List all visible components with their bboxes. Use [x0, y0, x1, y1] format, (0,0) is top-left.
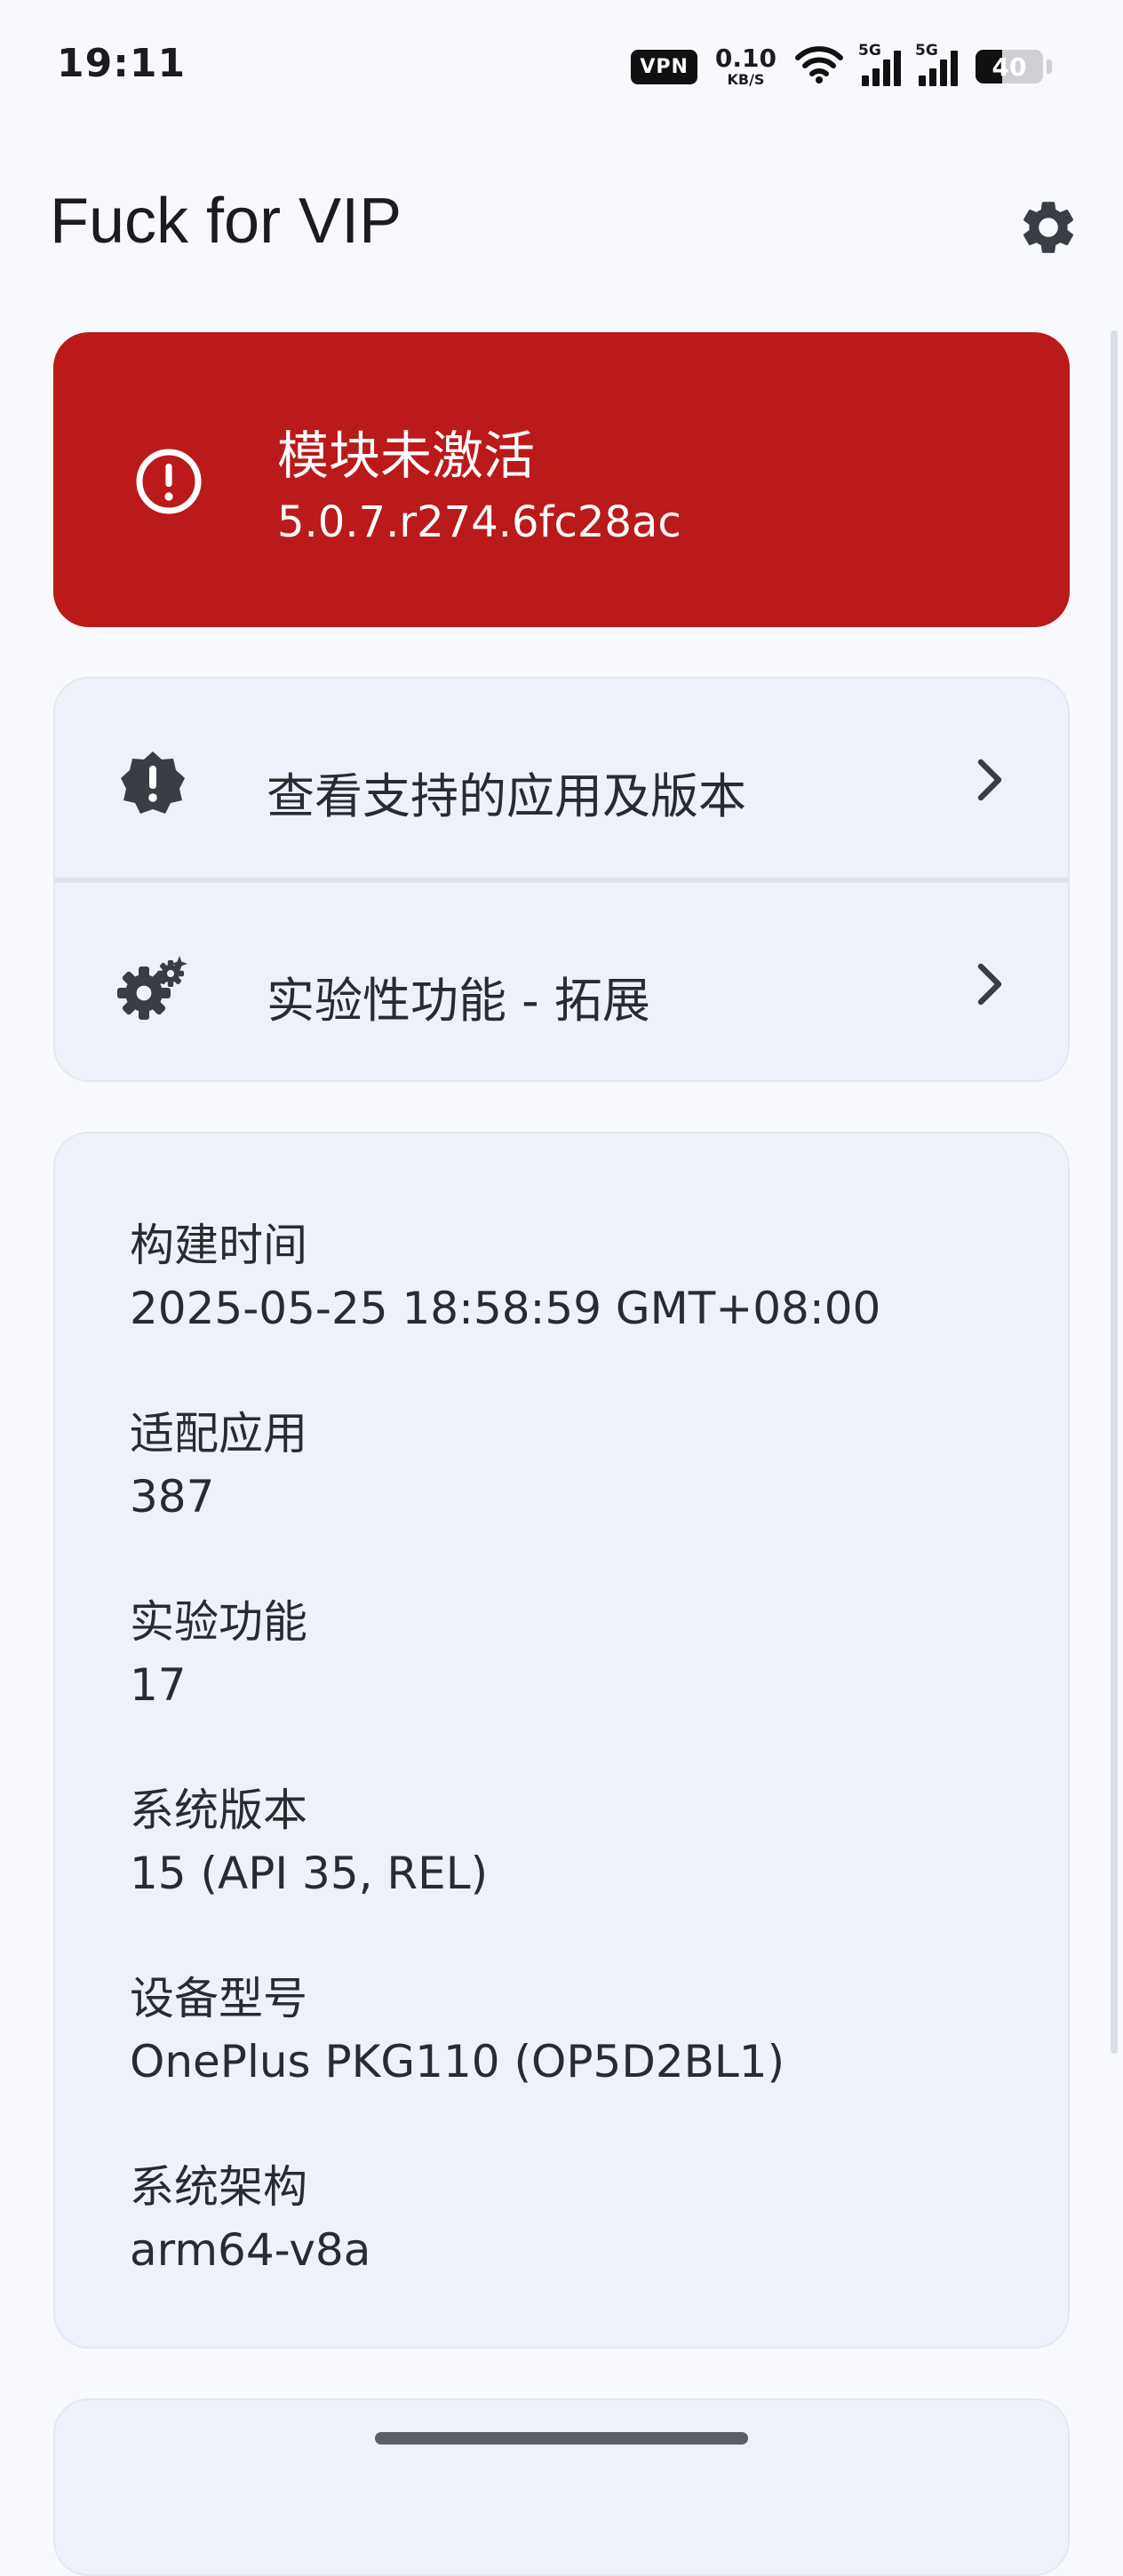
info-value: 2025-05-25 18:58:59 GMT+08:00 — [130, 1283, 881, 1334]
alert-badge-icon — [121, 751, 185, 814]
battery-tip — [1047, 60, 1052, 74]
menu-item-label: 查看支持的应用及版本 — [267, 768, 746, 824]
vpn-badge: VPN — [631, 49, 697, 84]
chevron-right-icon — [977, 963, 1002, 1006]
cellular-signal-icon-2: 5G — [915, 42, 958, 86]
info-label: 系统版本 — [130, 1785, 307, 1836]
info-card: 构建时间 2025-05-25 18:58:59 GMT+08:00 适配应用 … — [53, 1132, 1070, 2349]
module-version: 5.0.7.r274.6fc28ac — [277, 497, 681, 547]
network-speed: 0.10 KB/S — [715, 46, 777, 87]
menu-item-experimental-features[interactable]: 实验性功能 - 拓展 — [55, 883, 1068, 1080]
info-value: arm64-v8a — [130, 2224, 371, 2276]
gear-icon — [1023, 202, 1074, 253]
cellular-signal-icon-1: 5G — [858, 42, 901, 86]
menu-item-supported-apps[interactable]: 查看支持的应用及版本 — [55, 679, 1068, 879]
gesture-navigation-bar[interactable] — [375, 2432, 748, 2445]
status-time: 19:11 — [57, 41, 187, 86]
error-icon — [136, 449, 202, 514]
info-label: 构建时间 — [130, 1220, 307, 1271]
network-speed-unit: KB/S — [727, 71, 765, 88]
info-value: OnePlus PKG110 (OP5D2BL1) — [130, 2036, 785, 2087]
wifi-icon — [794, 45, 844, 88]
battery-percent: 40 — [992, 52, 1027, 82]
info-item-build-time: 构建时间 2025-05-25 18:58:59 GMT+08:00 — [130, 1213, 880, 1340]
network-type-2: 5G — [915, 42, 938, 60]
next-card — [53, 2398, 1070, 2576]
info-value: 17 — [130, 1659, 187, 1711]
info-value: 15 (API 35, REL) — [130, 1848, 489, 1899]
menu-card: 查看支持的应用及版本 实验性功能 - 拓展 — [53, 677, 1070, 1082]
battery-icon: 40 — [976, 50, 1043, 83]
module-status-title: 模块未激活 — [277, 425, 536, 486]
info-label: 系统架构 — [130, 2161, 307, 2213]
info-item-system-architecture: 系统架构 arm64-v8a — [130, 2155, 370, 2281]
app-title: Fuck for VIP — [50, 186, 402, 257]
network-type-1: 5G — [858, 42, 881, 60]
info-value: 387 — [130, 1471, 215, 1523]
scrollbar[interactable] — [1111, 330, 1118, 2054]
status-bar: 19:11 VPN 0.10 KB/S 5G 5G 40 — [0, 0, 1123, 133]
gears-sparkle-icon — [117, 956, 187, 1020]
status-icons: VPN 0.10 KB/S 5G 5G 40 — [631, 42, 1052, 89]
network-speed-value: 0.10 — [714, 44, 777, 73]
settings-button[interactable] — [1011, 190, 1086, 265]
info-label: 适配应用 — [130, 1408, 307, 1459]
info-item-device-model: 设备型号 OnePlus PKG110 (OP5D2BL1) — [130, 1967, 785, 2093]
info-item-system-version: 系统版本 15 (API 35, REL) — [130, 1778, 488, 1904]
module-status-card[interactable]: 模块未激活 5.0.7.r274.6fc28ac — [53, 332, 1070, 627]
info-item-supported-apps: 适配应用 387 — [130, 1402, 307, 1528]
info-item-experimental-features: 实验功能 17 — [130, 1590, 307, 1716]
info-label: 设备型号 — [130, 1973, 307, 2024]
info-label: 实验功能 — [130, 1596, 307, 1648]
chevron-right-icon — [977, 759, 1002, 801]
menu-item-label: 实验性功能 - 拓展 — [267, 973, 650, 1029]
